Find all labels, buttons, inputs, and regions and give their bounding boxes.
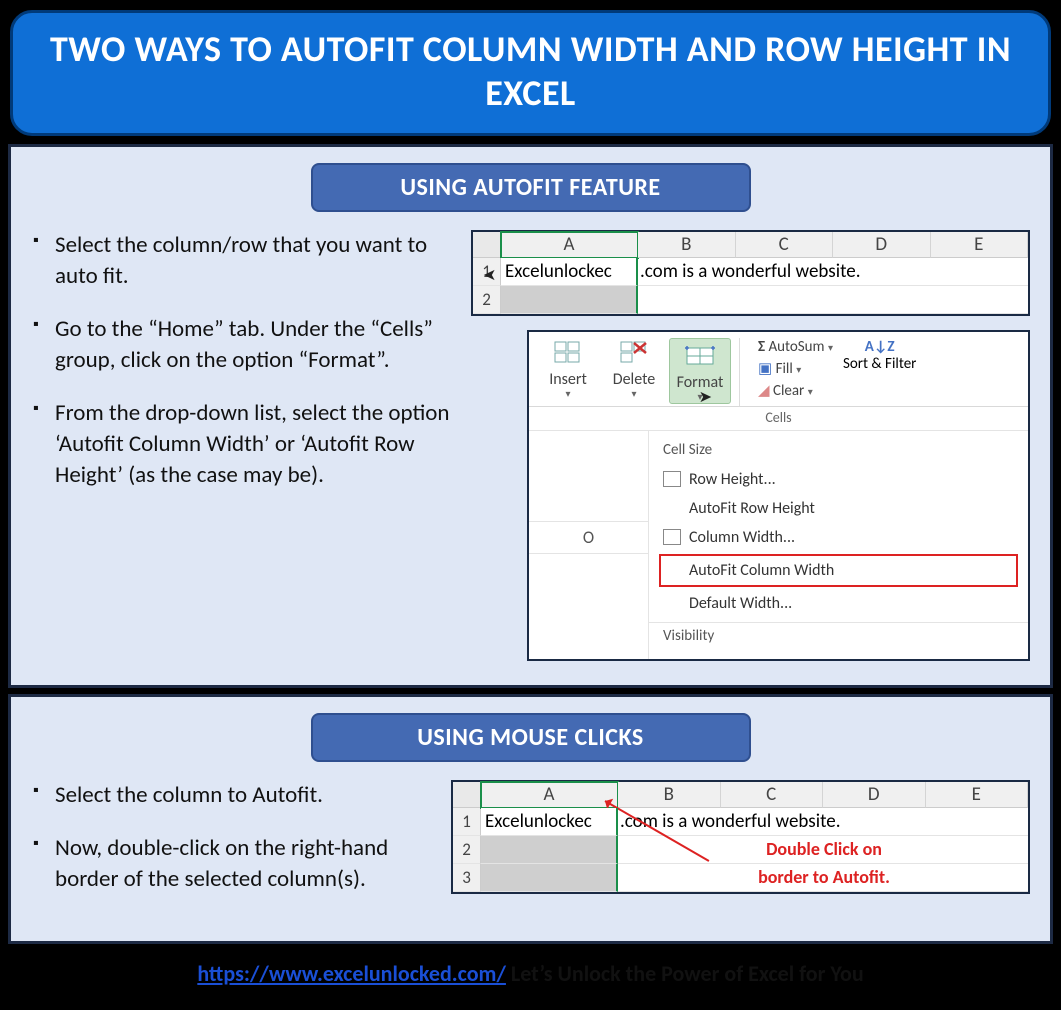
cell-a1: Excelunlockec: [481, 808, 618, 836]
cell-text: Excelunlockec: [505, 260, 612, 283]
sort-filter-button: A↓Z Sort & Filter: [843, 338, 916, 373]
excel-screenshot-double-click: A B C D E 1 Excelunlockec .com is a wond…: [451, 780, 1030, 894]
column-header: D: [833, 232, 931, 258]
bullet-item: Select the column/row that you want to a…: [31, 230, 451, 292]
autosum-button: AutoSum ▾: [758, 338, 833, 356]
cell-a1: ➤ Excelunlockec: [501, 258, 638, 286]
format-cells-icon: [672, 341, 728, 371]
row-header: 3: [453, 864, 481, 892]
sheet-corner: [473, 232, 501, 258]
insert-cells-icon: [537, 338, 599, 368]
overflow-text: .com is a wonderful website.: [638, 258, 1028, 286]
bullet-item: Select the column to Autofit.: [31, 780, 431, 811]
column-header: C: [736, 232, 834, 258]
menu-header: Cell Size: [649, 437, 1028, 465]
footer-tagline: Let’s Unlock the Power of Excel for You: [506, 960, 864, 987]
column-header-o: O: [529, 521, 648, 554]
excel-screenshot-selected-column: A B C D E 1 ➤ Excelunlockec .com is a wo…: [471, 230, 1030, 316]
ribbon-delete-button: Delete: [603, 338, 665, 406]
cell-selected: [481, 836, 618, 864]
section-autofit-feature: USING AUTOFIT FEATURE Select the column/…: [8, 144, 1053, 688]
callout-line1: Double Click on: [766, 838, 882, 860]
section2-heading: USING MOUSE CLICKS: [311, 713, 751, 762]
row-header: 1: [453, 808, 481, 836]
ribbon-format-button: Format ➤: [669, 338, 731, 404]
excel-ribbon-screenshot: Insert Delete Format: [527, 330, 1030, 661]
sheet-corner: [453, 782, 481, 808]
clear-button: ◢ Clear ▾: [758, 381, 833, 400]
column-header: B: [638, 232, 736, 258]
menu-header: Visibility: [649, 622, 1028, 651]
column-header-a: A: [501, 232, 638, 258]
callout-text: border to Autofit.: [618, 864, 1028, 892]
sort-icon: A↓Z: [843, 338, 916, 356]
section1-bullets: Select the column/row that you want to a…: [31, 230, 451, 661]
dropdown-icon: [537, 387, 599, 400]
cursor-icon: ➤: [699, 387, 712, 407]
menu-autofit-column-width: AutoFit Column Width: [659, 554, 1018, 587]
section2-bullets: Select the column to Autofit. Now, doubl…: [31, 780, 431, 917]
bullet-item: Go to the “Home” tab. Under the “Cells” …: [31, 314, 451, 376]
row-header: 2: [473, 286, 501, 314]
cell-a2-selected: [501, 286, 638, 314]
delete-cells-icon: [603, 338, 665, 368]
footer-link[interactable]: https://www.excelunlocked.com/: [197, 960, 506, 987]
column-header: C: [721, 782, 824, 808]
callout-line2: border to Autofit.: [758, 866, 890, 888]
column-header: D: [823, 782, 926, 808]
column-header: B: [618, 782, 721, 808]
empty-cells: [638, 286, 1028, 314]
page-title: TWO WAYS TO AUTOFIT COLUMN WIDTH AND ROW…: [10, 10, 1051, 136]
ribbon-insert-button: Insert: [537, 338, 599, 406]
callout-text: Double Click on: [618, 836, 1028, 864]
menu-autofit-row-height: AutoFit Row Height: [649, 494, 1028, 523]
ribbon-editing-group: AutoSum ▾ ▣ Fill ▾ ◢ Clear ▾: [758, 338, 833, 403]
cell-selected: [481, 864, 618, 892]
row-header: 2: [453, 836, 481, 864]
section-mouse-clicks: USING MOUSE CLICKS Select the column to …: [8, 694, 1053, 944]
ribbon-label: Sort & Filter: [843, 356, 916, 373]
section1-heading: USING AUTOFIT FEATURE: [311, 163, 751, 212]
format-dropdown-menu: Cell Size Row Height... AutoFit Row Heig…: [649, 431, 1028, 659]
bullet-item: From the drop-down list, select the opti…: [31, 398, 451, 491]
cells-group-label: Cells: [529, 407, 1028, 431]
menu-default-width: Default Width...: [649, 589, 1028, 618]
fill-button: ▣ Fill ▾: [758, 359, 833, 378]
bullet-item: Now, double-click on the right-hand bord…: [31, 833, 431, 895]
menu-row-height: Row Height...: [649, 465, 1028, 494]
column-header: E: [926, 782, 1029, 808]
column-header: E: [931, 232, 1029, 258]
menu-column-width: Column Width...: [649, 523, 1028, 552]
overflow-text: .com is a wonderful website.: [618, 808, 1028, 836]
footer: https://www.excelunlocked.com/ Let’s Unl…: [8, 960, 1053, 987]
cursor-icon: ➤: [483, 262, 496, 290]
